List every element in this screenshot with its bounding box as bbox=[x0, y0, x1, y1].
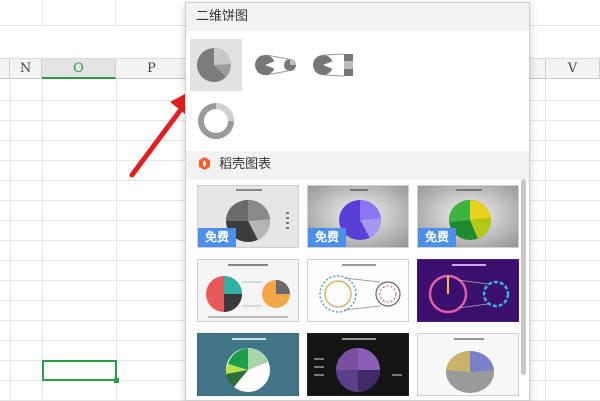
template-teal-bg-pie[interactable] bbox=[197, 333, 299, 396]
template-purple-bg-pie-of-pie[interactable] bbox=[417, 259, 519, 322]
chart-type-bar-of-pie[interactable] bbox=[306, 39, 358, 91]
section-title-2d-pie: 二维饼图 bbox=[186, 3, 529, 31]
template-multi-color-pie-of-pie[interactable] bbox=[197, 259, 299, 322]
chart-type-doughnut[interactable] bbox=[190, 95, 242, 147]
template-thumbnail bbox=[198, 260, 298, 321]
template-thumbnail bbox=[308, 334, 408, 395]
chart-type-pie[interactable] bbox=[190, 39, 242, 91]
template-list-scrollbar[interactable] bbox=[520, 179, 528, 399]
template-thumbnail bbox=[308, 260, 408, 321]
section-title-wuke: 稻壳图表 bbox=[186, 151, 529, 179]
doughnut-chart-icon bbox=[198, 103, 234, 139]
column-header-n[interactable]: N bbox=[10, 59, 42, 79]
free-badge: 免费 bbox=[308, 228, 346, 247]
pie-chart-icon bbox=[197, 47, 232, 82]
pie-of-pie-icon bbox=[255, 54, 296, 76]
column-header-v[interactable]: V bbox=[545, 59, 600, 79]
insert-chart-popup: 二维饼图 稻壳图表 免费 免费 免费 bbox=[185, 2, 530, 401]
template-light-3d-pie[interactable] bbox=[417, 333, 519, 396]
section-2d-pie-label: 二维饼图 bbox=[196, 9, 249, 24]
free-badge: 免费 bbox=[198, 228, 236, 247]
chart-type-pie-of-pie[interactable] bbox=[248, 39, 300, 91]
fill-handle[interactable] bbox=[114, 378, 119, 383]
free-badge: 免费 bbox=[418, 228, 456, 247]
template-dark-bg-purple-pie[interactable] bbox=[307, 333, 409, 396]
bar-of-pie-icon bbox=[313, 53, 353, 77]
wuke-logo-icon bbox=[198, 157, 211, 170]
template-gray-3d-pie[interactable]: 免费 bbox=[197, 185, 299, 248]
template-thumbnail bbox=[418, 260, 518, 321]
column-header[interactable] bbox=[0, 59, 10, 79]
scrollbar-thumb[interactable] bbox=[521, 179, 526, 375]
column-header-p[interactable]: P bbox=[116, 59, 188, 79]
column-header-o[interactable]: O bbox=[42, 59, 116, 79]
template-dashed-ring-pie-of-pie[interactable] bbox=[307, 259, 409, 322]
selected-cell[interactable] bbox=[42, 360, 119, 383]
template-green-yellow-3d-pie[interactable]: 免费 bbox=[417, 185, 519, 248]
template-thumbnail bbox=[198, 334, 298, 395]
section-wuke-label: 稻壳图表 bbox=[219, 157, 272, 172]
template-thumbnail bbox=[418, 334, 518, 395]
template-purple-3d-pie[interactable]: 免费 bbox=[307, 185, 409, 248]
